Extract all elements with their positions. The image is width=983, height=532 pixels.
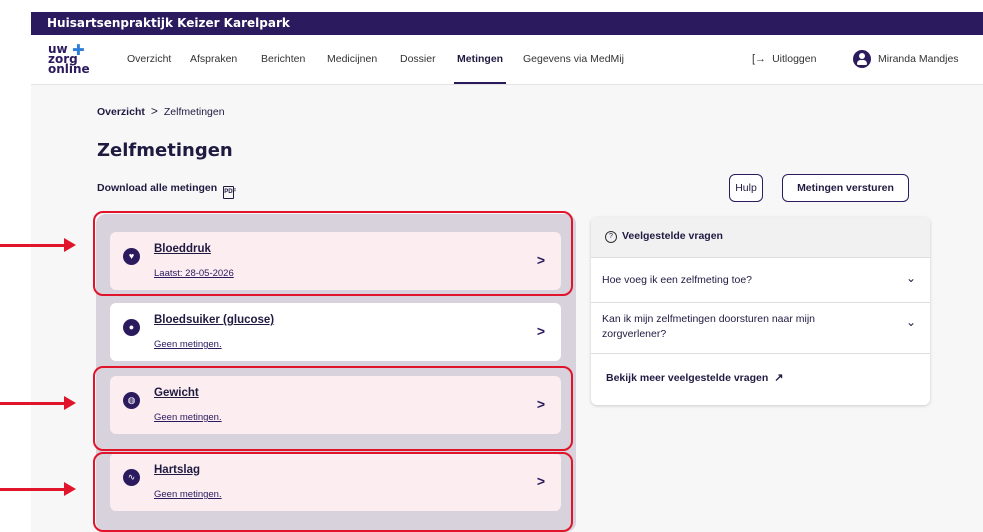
faq-item[interactable]: Hoe voeg ik een zelfmeting toe? ⌄: [591, 258, 930, 303]
logout-button[interactable]: [→ Uitloggen: [752, 35, 816, 84]
measurement-card-bloedsuiker[interactable]: ● Bloedsuiker (glucose) Geen metingen. >: [110, 303, 561, 361]
plus-icon: ✚: [72, 41, 85, 59]
faq-panel: ? Veelgestelde vragen Hoe voeg ik een ze…: [591, 217, 930, 405]
highlight-box-hartslag: [93, 452, 573, 532]
practice-name: Huisartsenpraktijk Keizer Karelpark: [47, 16, 290, 30]
pdf-icon: PDF: [223, 186, 236, 199]
avatar-icon: [853, 50, 871, 68]
uw-zorg-online-logo[interactable]: uw zorg online ✚: [48, 41, 90, 76]
measurement-title[interactable]: Bloedsuiker (glucose): [154, 314, 274, 326]
send-measurements-button[interactable]: Metingen versturen: [782, 174, 909, 202]
arrow-right-icon: [0, 396, 76, 410]
highlight-box-bloeddruk: [93, 211, 573, 296]
help-button[interactable]: Hulp: [729, 174, 763, 202]
logout-icon: [→: [752, 53, 767, 65]
nav-item-dossier[interactable]: Dossier: [400, 35, 436, 84]
external-link-icon: ↗: [774, 372, 784, 384]
drop-icon: ●: [123, 319, 140, 336]
nav-item-metingen[interactable]: Metingen: [453, 35, 507, 84]
practice-banner: Huisartsenpraktijk Keizer Karelpark: [31, 12, 983, 35]
chevron-down-icon: ⌄: [905, 315, 916, 329]
more-faq-label: Bekijk meer veelgestelde vragen: [606, 372, 769, 384]
breadcrumb: Overzicht > Zelfmetingen: [97, 104, 225, 118]
chevron-right-icon: >: [150, 104, 158, 118]
nav-item-medicijnen[interactable]: Medicijnen: [327, 35, 377, 84]
nav-item-berichten[interactable]: Berichten: [261, 35, 305, 84]
faq-question: Hoe voeg ik een zelfmeting toe?: [602, 274, 753, 286]
page-title: Zelfmetingen: [97, 140, 233, 161]
breadcrumb-overzicht[interactable]: Overzicht: [97, 106, 145, 118]
chevron-right-icon: >: [536, 323, 545, 339]
highlight-box-gewicht: [93, 366, 573, 451]
logout-label: Uitloggen: [772, 53, 817, 65]
faq-item[interactable]: Kan ik mijn zelfmetingen doorsturen naar…: [591, 303, 930, 354]
faq-header: ? Veelgestelde vragen: [591, 217, 930, 258]
faq-question: Kan ik mijn zelfmetingen doorsturen naar…: [602, 313, 816, 340]
nav-item-overzicht[interactable]: Overzicht: [127, 35, 171, 84]
arrow-right-icon: [0, 482, 76, 496]
more-faq-link[interactable]: Bekijk meer veelgestelde vragen ↗: [606, 371, 783, 384]
measurement-subtitle[interactable]: Geen metingen.: [154, 339, 222, 350]
arrow-right-icon: [0, 238, 76, 252]
main-nav: uw zorg online ✚ Overzicht Afspraken Ber…: [31, 35, 983, 85]
question-icon: ?: [605, 231, 617, 243]
chevron-down-icon: ⌄: [905, 271, 916, 285]
faq-heading: Veelgestelde vragen: [622, 230, 723, 242]
download-label: Download alle metingen: [97, 182, 218, 194]
breadcrumb-current: Zelfmetingen: [163, 106, 225, 118]
user-name: Miranda Mandjes: [878, 53, 959, 65]
nav-item-afspraken[interactable]: Afspraken: [190, 35, 237, 84]
download-all-link[interactable]: Download alle metingen PDF: [97, 182, 236, 199]
nav-item-medmij[interactable]: Gegevens via MedMij: [523, 35, 624, 84]
